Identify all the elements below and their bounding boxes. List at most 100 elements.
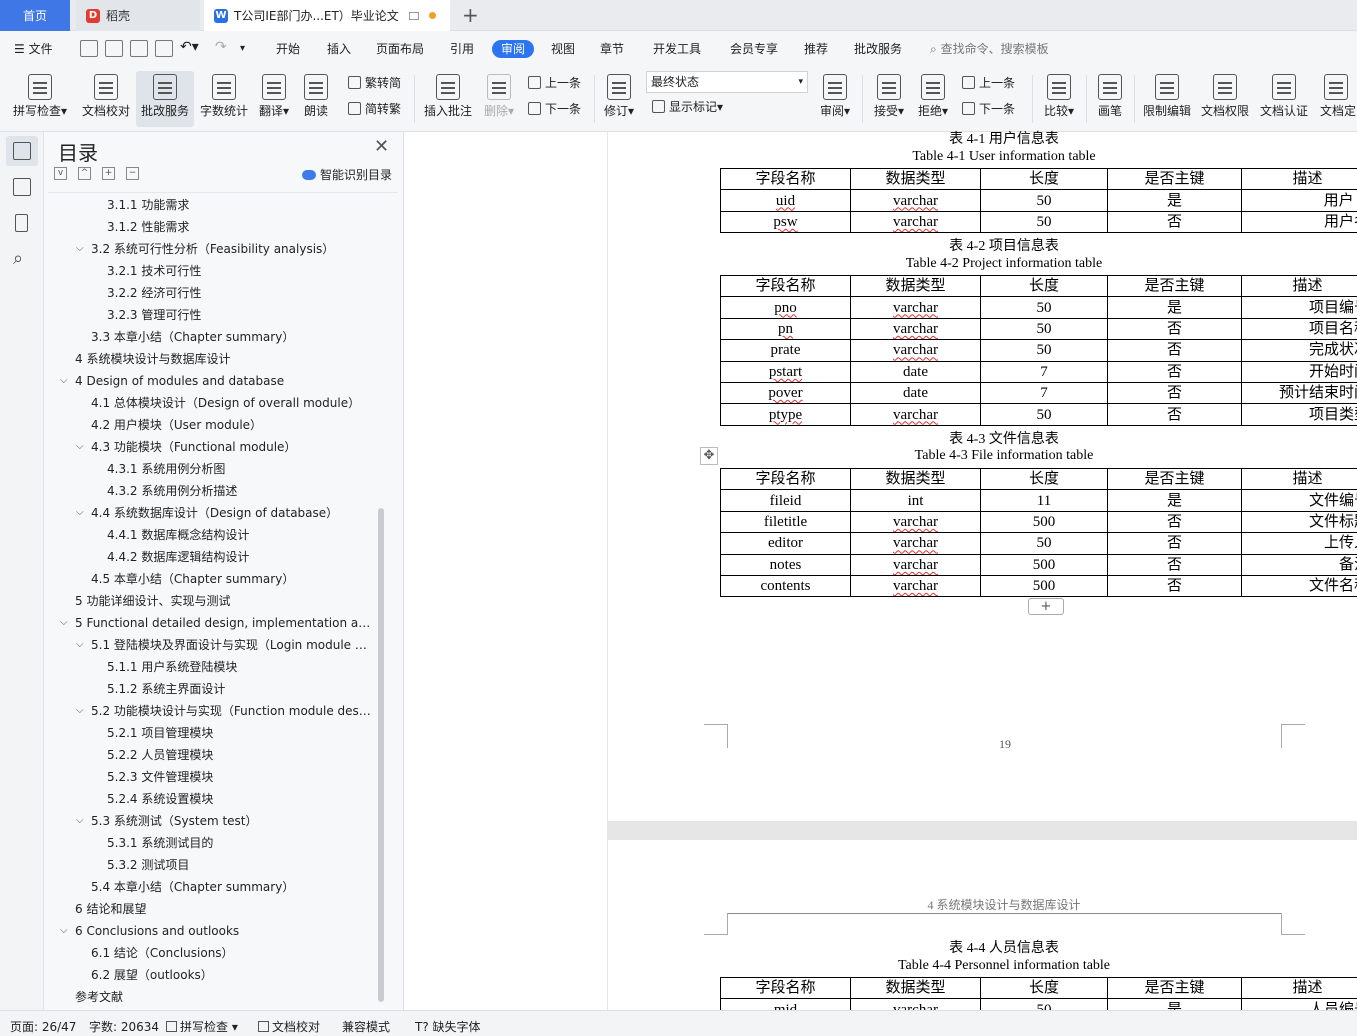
close-icon[interactable]: ✕	[374, 136, 389, 157]
table-cell[interactable]: contents	[720, 574, 851, 598]
collapse-level-icon[interactable]: ^	[78, 167, 91, 180]
print-preview-icon[interactable]	[155, 40, 173, 57]
table-cell[interactable]: 否	[1107, 317, 1242, 341]
undo-icon[interactable]: ↶▾	[180, 38, 199, 56]
menu-devtools[interactable]: 开发工具	[653, 40, 701, 58]
toc-item[interactable]: 5.2.3 文件管理模块	[107, 766, 374, 788]
menu-member[interactable]: 会员专享	[730, 40, 778, 58]
menu-start[interactable]: 开始	[276, 40, 300, 58]
new-tab-button[interactable]: +	[462, 3, 479, 27]
toc-item[interactable]: 4 系统模块设计与数据库设计	[75, 348, 374, 370]
table-header-cell[interactable]: 长度	[980, 467, 1108, 491]
save-icon[interactable]	[80, 40, 98, 57]
table-header-cell[interactable]: 描述	[1241, 467, 1357, 491]
prev-revision-button[interactable]: 上一条	[962, 74, 1015, 92]
table-cell[interactable]: 备注	[1241, 553, 1357, 576]
table-cell[interactable]: varchar	[850, 210, 981, 234]
bookmark-icon[interactable]	[15, 214, 28, 232]
table-cell[interactable]: 否	[1107, 532, 1242, 555]
page-indicator[interactable]: 页面: 26/47	[10, 1018, 76, 1035]
table-cell[interactable]: 用户 id	[1241, 189, 1357, 212]
table-header-cell[interactable]: 是否主键	[1107, 274, 1242, 298]
missing-font[interactable]: T? 缺失字体	[415, 1018, 481, 1035]
tab-daoke[interactable]: D 稻壳	[76, 0, 200, 31]
table-header-cell[interactable]: 描述	[1241, 976, 1357, 1000]
display-state-select[interactable]: 最终状态 ▾	[646, 71, 808, 93]
print-icon[interactable]	[130, 40, 148, 57]
toc-item[interactable]: 4.5 本章小结（Chapter summary）	[91, 568, 374, 590]
menu-chapter[interactable]: 章节	[600, 40, 624, 58]
table-cell[interactable]: 上传人	[1241, 532, 1357, 555]
table-header-cell[interactable]: 长度	[980, 976, 1108, 1000]
toc-item[interactable]: 3.2.2 经济可行性	[107, 282, 374, 304]
menu-layout[interactable]: 页面布局	[376, 40, 424, 58]
toc-item[interactable]: 5.3.1 系统测试目的	[107, 832, 374, 854]
menu-recommend[interactable]: 推荐	[804, 40, 828, 58]
delete-comment-button[interactable]: 删除▾	[480, 71, 518, 127]
table-cell[interactable]: fileid	[720, 489, 851, 512]
toc-item[interactable]: 5.3 系统测试（System test）	[91, 810, 374, 832]
chevron-down-icon[interactable]: ⌵	[60, 612, 68, 634]
table-header-cell[interactable]: 字段名称	[720, 976, 851, 1000]
status-spellcheck[interactable]: 拼写检查 ▾	[166, 1018, 238, 1035]
table-cell[interactable]: 预计结束时间	[1241, 381, 1357, 405]
table-header-cell[interactable]: 字段名称	[720, 167, 851, 191]
table-cell[interactable]: 500	[980, 510, 1108, 534]
menu-insert[interactable]: 插入	[327, 40, 351, 58]
tab-document[interactable]: W T公司IE部门办...ET）毕业论文	[204, 0, 450, 31]
table-cell[interactable]: 项目类型	[1241, 403, 1357, 426]
expand-level-icon[interactable]: v	[54, 167, 67, 180]
table-cell[interactable]: date	[850, 381, 981, 405]
search-command[interactable]: ⌕ 查找命令、搜索模板	[930, 40, 1049, 58]
correction-service-button[interactable]: 批改服务	[136, 71, 194, 127]
search-icon[interactable]: ⌕	[13, 248, 23, 269]
table-cell[interactable]: 500	[980, 574, 1108, 598]
add-heading-icon[interactable]: +	[102, 167, 115, 180]
table-cell[interactable]: psw	[720, 210, 851, 234]
table-header-cell[interactable]: 是否主键	[1107, 167, 1242, 191]
table-header-cell[interactable]: 数据类型	[850, 467, 981, 491]
project-info-table[interactable]: 字段名称数据类型长度是否主键描述pnovarchar50是项目编号pnvarch…	[720, 274, 1357, 426]
table-cell[interactable]: varchar	[850, 317, 981, 341]
trad-to-simp-button[interactable]: 繁转简	[348, 74, 401, 92]
table-cell[interactable]: 是	[1107, 189, 1242, 212]
table-header-cell[interactable]: 数据类型	[850, 976, 981, 1000]
toc-item[interactable]: 5 Functional detailed design, implementa…	[75, 612, 374, 634]
table-header-cell[interactable]: 数据类型	[850, 167, 981, 191]
table-cell[interactable]: prate	[720, 339, 851, 362]
chevron-down-icon[interactable]: ⌵	[60, 370, 68, 392]
table-cell[interactable]: varchar	[850, 510, 981, 534]
table-cell[interactable]: 否	[1107, 510, 1242, 534]
toc-item[interactable]: 4.3.2 系统用例分析描述	[107, 480, 374, 502]
table-header-cell[interactable]: 字段名称	[720, 274, 851, 298]
table-header-cell[interactable]: 字段名称	[720, 467, 851, 491]
table-cell[interactable]: pno	[720, 296, 851, 319]
reject-button[interactable]: 拒绝▾	[914, 71, 952, 127]
toc-item[interactable]: 4.3.1 系统用例分析图	[107, 458, 374, 480]
table-cell[interactable]: varchar	[850, 532, 981, 555]
toc-item[interactable]: 5.2.2 人员管理模块	[107, 744, 374, 766]
user-info-table[interactable]: 字段名称数据类型长度是否主键描述uidvarchar50是用户 idpswvar…	[720, 167, 1357, 234]
chevron-down-icon[interactable]: ⌵	[76, 502, 84, 524]
table-header-cell[interactable]: 长度	[980, 274, 1108, 298]
table-cell[interactable]: 11	[980, 489, 1108, 512]
spellcheck-button[interactable]: 拼写检查▾	[8, 71, 72, 127]
table-cell[interactable]: 50	[980, 339, 1108, 362]
table-cell[interactable]: 50	[980, 317, 1108, 341]
export-pdf-icon[interactable]	[105, 40, 123, 57]
table-cell[interactable]: 否	[1107, 381, 1242, 405]
chevron-down-icon[interactable]: ⌵	[76, 436, 84, 458]
table-cell[interactable]: 500	[980, 553, 1108, 576]
toc-item[interactable]: 4.3 功能模块（Functional module）	[91, 436, 374, 458]
pane-icon[interactable]	[13, 178, 31, 196]
table-cell[interactable]: 50	[980, 403, 1108, 426]
table-header-cell[interactable]: 长度	[980, 167, 1108, 191]
status-proofread[interactable]: 文档校对	[258, 1018, 320, 1035]
table-cell[interactable]: 文件名称	[1241, 574, 1357, 598]
toc-item[interactable]: 4.4.2 数据库逻辑结构设计	[107, 546, 374, 568]
translate-button[interactable]: 翻译▾	[254, 71, 294, 127]
toc-item[interactable]: 参考文献	[75, 986, 374, 1008]
table-cell[interactable]: date	[850, 360, 981, 383]
table-cell[interactable]: varchar	[850, 574, 981, 598]
toc-item[interactable]: 5.2.1 项目管理模块	[107, 722, 374, 744]
